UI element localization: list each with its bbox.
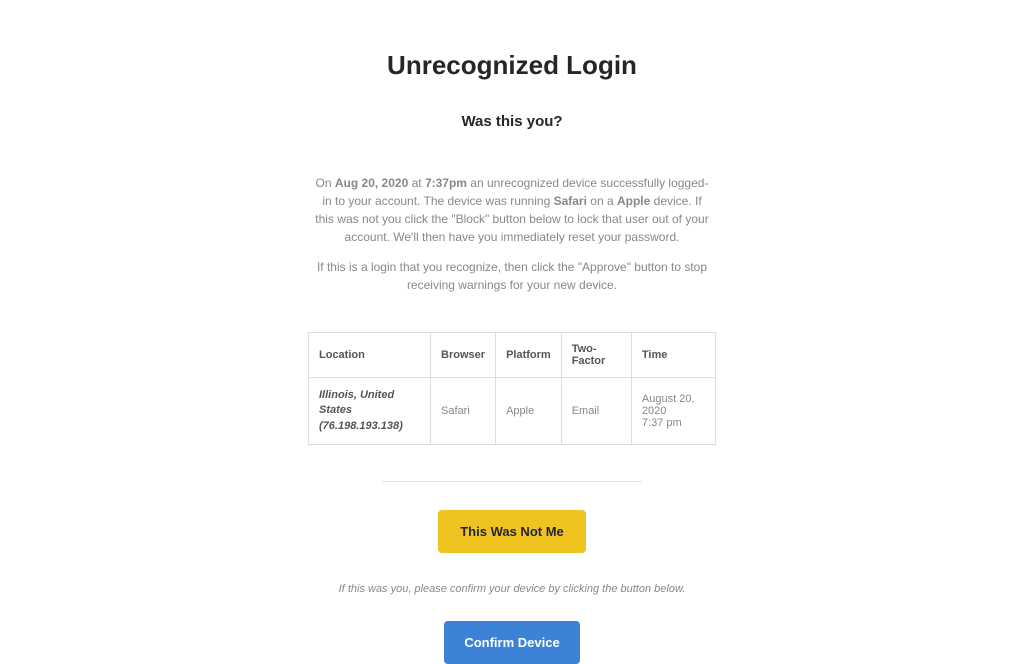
location-line2: (76.198.193.138)	[319, 420, 403, 432]
desc-prefix: On	[316, 176, 335, 190]
desc-at: at	[408, 176, 425, 190]
login-description: On Aug 20, 2020 at 7:37pm an unrecognize…	[312, 174, 712, 246]
desc-browser: Safari	[554, 194, 587, 208]
location-line1: Illinois, United States	[319, 389, 394, 416]
th-twofactor: Two-Factor	[561, 333, 631, 378]
desc-date: Aug 20, 2020	[335, 176, 408, 190]
th-browser: Browser	[431, 333, 496, 378]
confirm-text: If this was you, please confirm your dev…	[339, 583, 686, 595]
th-location: Location	[309, 333, 431, 378]
td-location: Illinois, United States (76.198.193.138)	[309, 378, 431, 445]
desc-time: 7:37pm	[425, 176, 467, 190]
confirm-device-button[interactable]: Confirm Device	[444, 621, 579, 664]
td-platform: Apple	[496, 378, 562, 445]
table-row: Illinois, United States (76.198.193.138)…	[309, 378, 716, 445]
page-title: Unrecognized Login	[387, 50, 637, 81]
time-line2: 7:37 pm	[642, 417, 682, 429]
td-twofactor: Email	[561, 378, 631, 445]
th-platform: Platform	[496, 333, 562, 378]
desc-platform: Apple	[617, 194, 650, 208]
not-me-button[interactable]: This Was Not Me	[438, 510, 586, 553]
login-details-table: Location Browser Platform Two-Factor Tim…	[308, 332, 716, 445]
approve-description: If this is a login that you recognize, t…	[312, 258, 712, 294]
desc-mid2: on a	[587, 194, 617, 208]
subtitle: Was this you?	[461, 113, 562, 130]
divider	[382, 481, 642, 482]
time-line1: August 20, 2020	[642, 393, 695, 417]
td-time: August 20, 2020 7:37 pm	[631, 378, 715, 445]
th-time: Time	[631, 333, 715, 378]
td-browser: Safari	[431, 378, 496, 445]
